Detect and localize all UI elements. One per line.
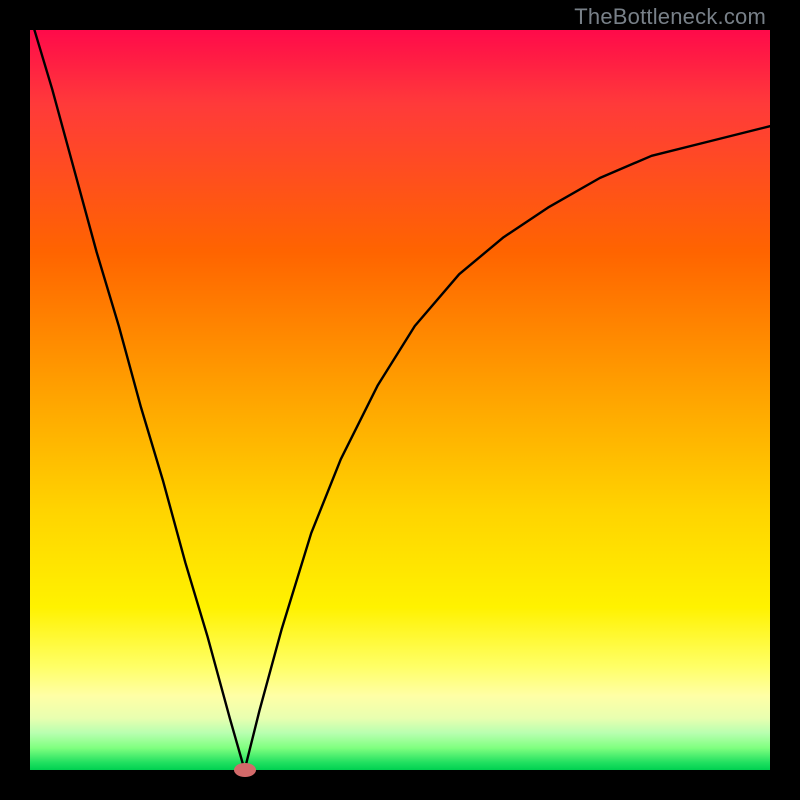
curve-left-branch	[30, 15, 245, 770]
chart-frame: TheBottleneck.com	[0, 0, 800, 800]
bottleneck-curve	[30, 30, 770, 770]
optimum-marker	[234, 763, 256, 777]
plot-area	[30, 30, 770, 770]
watermark-label: TheBottleneck.com	[574, 4, 766, 30]
curve-right-branch	[245, 126, 770, 770]
